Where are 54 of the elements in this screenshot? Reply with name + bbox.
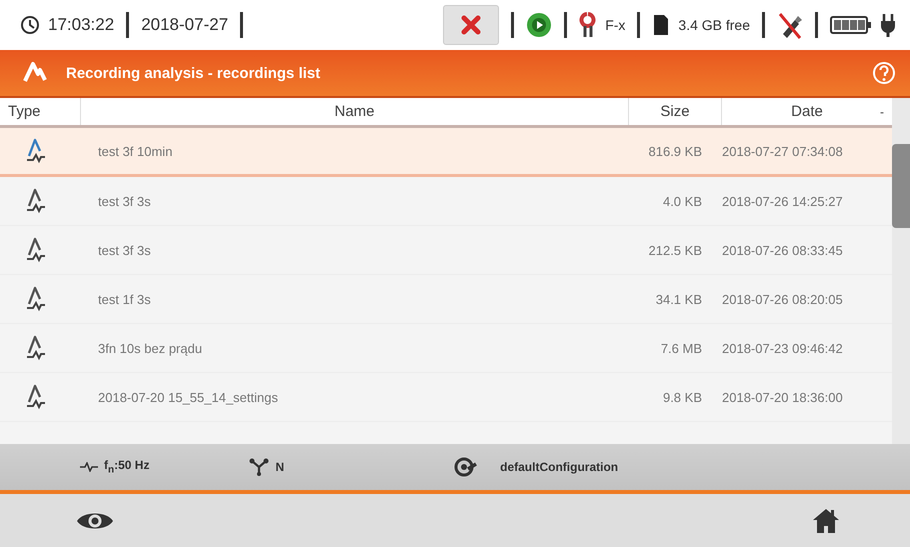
home-icon[interactable] [812,508,840,534]
sort-indicator[interactable]: - [880,104,884,118]
file-size: 34.1 KB [656,292,702,306]
frequency-text: f$_{n}$:50 Hz [104,458,150,476]
neutral-label: N [275,460,284,474]
file-size: 7.6 MB [660,340,702,356]
storage-free-text: 3.4 GB free [678,17,750,33]
recording-name: 2018-07-20 15_55_14_settings [98,390,278,404]
column-header[interactable]: Name [334,103,374,120]
configuration-name: defaultConfiguration [500,460,618,474]
waveform-file-icon [25,237,47,263]
scrollbar-thumb[interactable] [892,144,910,228]
recording-date: 2018-07-23 09:46:42 [722,340,843,356]
recording-name: 3fn 10s bez prądu [98,340,202,356]
waveform-logo-icon [22,61,48,85]
recording-name: test 3f 3s [98,242,151,258]
screen-title: Recording analysis - recordings list [66,64,320,82]
play-icon[interactable] [526,12,552,38]
cross-icon [459,15,484,35]
column-header[interactable]: Date [791,103,823,120]
battery-icon [830,16,872,34]
waveform-file-icon [25,188,47,214]
waveform-file-icon [25,335,47,361]
waveform-file-icon [25,138,47,164]
stop-button[interactable] [443,5,500,45]
recording-name: test 3f 10min [98,144,172,158]
file-size: 816.9 KB [648,144,702,158]
waveform-icon [80,462,98,472]
memory-card-icon [652,13,670,37]
date-text: 2018-07-27 [141,15,228,35]
recording-date: 2018-07-26 14:25:27 [722,194,843,208]
recording-row[interactable]: test 3f 10min 816.9 KB 2018-07-27 07:34:08 [0,128,892,177]
clamp-icon [579,11,598,39]
clamp-label: F-x [605,17,626,33]
time-text: 17:03:22 [48,15,114,35]
usb-crossed-icon [777,10,803,40]
file-size: 212.5 KB [648,242,702,258]
clock-icon [20,15,40,35]
recording-date: 2018-07-27 07:34:08 [722,144,843,158]
plug-icon [880,13,896,37]
network-star-icon [249,458,270,476]
waveform-file-icon [25,384,47,410]
recording-name: test 1f 3s [98,292,151,306]
column-header[interactable]: Size [660,103,690,120]
recording-date: 2018-07-26 08:33:45 [722,242,843,258]
recording-date: 2018-07-26 08:20:05 [722,292,843,306]
gear-wrench-icon [454,456,478,478]
file-size: 4.0 KB [662,194,702,208]
file-size: 9.8 KB [662,390,702,404]
recording-name: test 3f 3s [98,194,151,208]
recording-date: 2018-07-20 18:36:00 [722,390,843,404]
waveform-file-icon [25,286,47,312]
column-header[interactable]: Type [8,103,41,120]
help-icon[interactable] [872,61,896,85]
